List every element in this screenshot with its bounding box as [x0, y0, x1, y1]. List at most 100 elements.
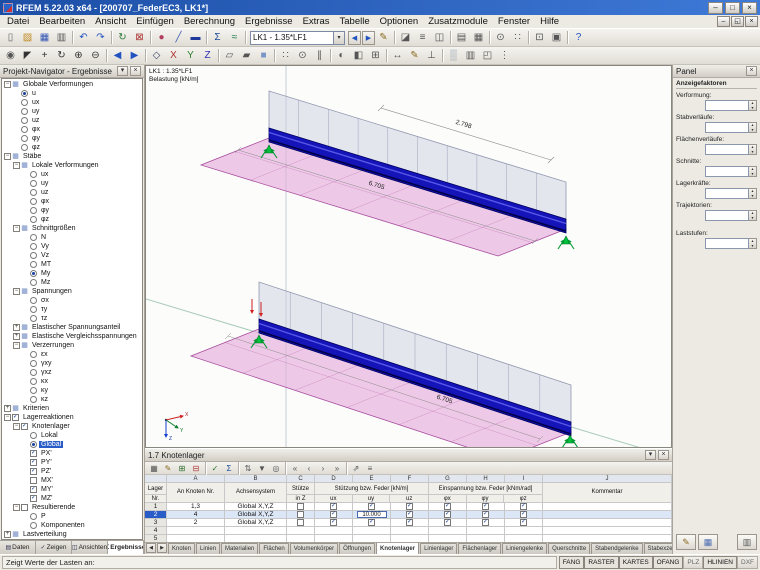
tree-item[interactable]: γxz	[2, 368, 142, 377]
tree-expander-icon[interactable]: +	[4, 405, 11, 412]
factor-spinner[interactable]: ▴ ▾	[749, 122, 757, 133]
berechnung-starten-icon[interactable]: Σ	[209, 30, 226, 46]
next-load-case-button[interactable]: ▶	[362, 30, 375, 45]
cell-ux[interactable]: ✓	[315, 519, 353, 526]
tree-item[interactable]: Komponenten	[2, 521, 142, 530]
row-number[interactable]: 3	[145, 519, 167, 526]
tree-item[interactable]: u	[2, 89, 142, 98]
radio-icon[interactable]	[30, 351, 37, 358]
status-toggle-hlinien[interactable]: HLINIEN	[703, 556, 737, 569]
tree-expander-icon[interactable]: −	[13, 342, 20, 349]
tree-item[interactable]: − ▦ Spannungen	[2, 287, 142, 296]
tree-item[interactable]: + ▦ Elastischer Spannungsanteil	[2, 323, 142, 332]
tree-item[interactable]: ux	[2, 170, 142, 179]
cell-kommentar[interactable]	[543, 511, 672, 518]
column-letter[interactable]: I	[505, 475, 543, 482]
table-pin-icon[interactable]: ▾	[645, 450, 656, 460]
maximize-button[interactable]: □	[725, 1, 740, 14]
menu-optionen[interactable]: Optionen	[375, 15, 424, 28]
table-tab-flächen[interactable]: Flächen	[259, 543, 289, 554]
radio-icon[interactable]	[30, 297, 37, 304]
tree-item[interactable]: − ▦ Verzerrungen	[2, 341, 142, 350]
verschieben-icon[interactable]: +	[36, 48, 53, 64]
radio-icon[interactable]	[30, 396, 37, 403]
mdi-restore-button[interactable]: ◱	[731, 16, 744, 27]
tree-item[interactable]: − ▦ Schnittgrößen	[2, 224, 142, 233]
cell-checkbox[interactable]: ✓	[444, 503, 451, 510]
menu-extras[interactable]: Extras	[298, 15, 335, 28]
factor-spinner[interactable]: ▴ ▾	[749, 144, 757, 155]
cell-kommentar[interactable]	[543, 519, 672, 526]
cell-uy[interactable]: ✓	[353, 519, 391, 526]
radio-icon[interactable]	[30, 198, 37, 205]
table-row[interactable]: 4	[145, 527, 672, 535]
cell-knoten[interactable]	[167, 527, 225, 534]
column-letter[interactable]: J	[543, 475, 672, 482]
tabellen-ein-aus-icon[interactable]: ▦	[470, 30, 487, 46]
spin-down-icon[interactable]: ▾	[749, 127, 756, 133]
auswahl-icon[interactable]: ◤	[19, 48, 36, 64]
tree-item[interactable]: My	[2, 269, 142, 278]
nodal-support-icon[interactable]	[562, 435, 578, 447]
tree-item[interactable]: κx	[2, 377, 142, 386]
status-toggle-raster[interactable]: RASTER	[584, 556, 619, 569]
radio-icon[interactable]	[30, 306, 37, 313]
column-letter[interactable]: C	[287, 475, 315, 482]
cell-ux[interactable]: ✓	[315, 503, 353, 510]
column-letter[interactable]: D	[315, 475, 353, 482]
tree-item[interactable]: ux	[2, 98, 142, 107]
table-tab-flächenlager[interactable]: Flächenlager	[458, 543, 502, 554]
cell-uy[interactable]: ✓	[353, 503, 391, 510]
exportieren-icon[interactable]: ⇗	[349, 462, 363, 474]
table-tab-querschnitte[interactable]: Querschnitte	[548, 543, 591, 554]
minimize-button[interactable]: –	[708, 1, 723, 14]
menu-ansicht[interactable]: Ansicht	[90, 15, 131, 28]
table-row[interactable]: 5	[145, 535, 672, 542]
bearbeiten-icon[interactable]: ✎	[161, 462, 175, 474]
cell-value-input[interactable]: 10.000	[356, 511, 387, 518]
radio-icon[interactable]	[21, 108, 28, 115]
tree-item[interactable]: − ✓ Lagerreaktionen	[2, 413, 142, 422]
cell-knoten[interactable]: 4	[167, 511, 225, 518]
achsen-icon[interactable]: ⊥	[423, 48, 440, 64]
table-close-icon[interactable]: ×	[658, 450, 669, 460]
cell-uz[interactable]: ✓	[391, 503, 429, 510]
tree-expander-icon[interactable]: +	[13, 324, 20, 331]
column-letter[interactable]: G	[429, 475, 467, 482]
zoom-minus-icon[interactable]: ⊖	[87, 48, 104, 64]
cell-checkbox[interactable]: ✓	[330, 503, 337, 510]
fang-ein-aus-icon[interactable]: ⊙	[492, 30, 509, 46]
table-row[interactable]: 3 2 Global X,Y,Z ✓ ✓ ✓ ✓ ✓ ✓	[145, 519, 672, 527]
table-tab-knotenlager[interactable]: Knotenlager	[376, 543, 420, 554]
letzte-zeile-icon[interactable]: »	[330, 462, 344, 474]
row-number[interactable]: 4	[145, 527, 167, 534]
cell-kommentar[interactable]	[543, 503, 672, 510]
cell-phix[interactable]	[429, 527, 467, 534]
mdi-minimize-button[interactable]: –	[717, 16, 730, 27]
cell-achsensystem[interactable]: Global X,Y,Z	[225, 519, 287, 526]
column-letter[interactable]: H	[467, 475, 505, 482]
vorherige-ansicht-icon[interactable]: ◀	[109, 48, 126, 64]
cell-checkbox[interactable]: ✓	[406, 503, 413, 510]
zeile-einfuegen-icon[interactable]: ⊞	[175, 462, 189, 474]
grafik-drucken-icon[interactable]: ▥	[462, 48, 479, 64]
tree-item[interactable]: MT	[2, 260, 142, 269]
radio-icon[interactable]	[30, 171, 37, 178]
einstellungen-icon[interactable]: ≡	[363, 462, 377, 474]
cell-stuetze[interactable]	[287, 511, 315, 518]
cell-achsensystem[interactable]	[225, 535, 287, 542]
tree-expander-icon[interactable]: −	[4, 153, 11, 160]
drucken-icon[interactable]: ▥	[53, 30, 70, 46]
raster-ein-aus-icon[interactable]: ∷	[509, 30, 526, 46]
checkbox-icon[interactable]: ✓	[30, 495, 37, 502]
ansicht-y-icon[interactable]: Y	[182, 48, 199, 64]
tree-item[interactable]: uy	[2, 107, 142, 116]
cell-knoten[interactable]: 1,3	[167, 503, 225, 510]
cell-uz[interactable]	[391, 535, 429, 542]
load-case-combo[interactable]: LK1 - 1.35*LF1 ▾	[250, 30, 345, 45]
table-tab-liniengelenke[interactable]: Liniengelenke	[502, 543, 548, 554]
ausschnitt-icon[interactable]: ⊞	[367, 48, 384, 64]
cell-phiy[interactable]: ✓	[467, 519, 505, 526]
tree-item[interactable]: ✓ MZ'	[2, 494, 142, 503]
table-tab-knoten[interactable]: Knoten	[168, 543, 196, 554]
